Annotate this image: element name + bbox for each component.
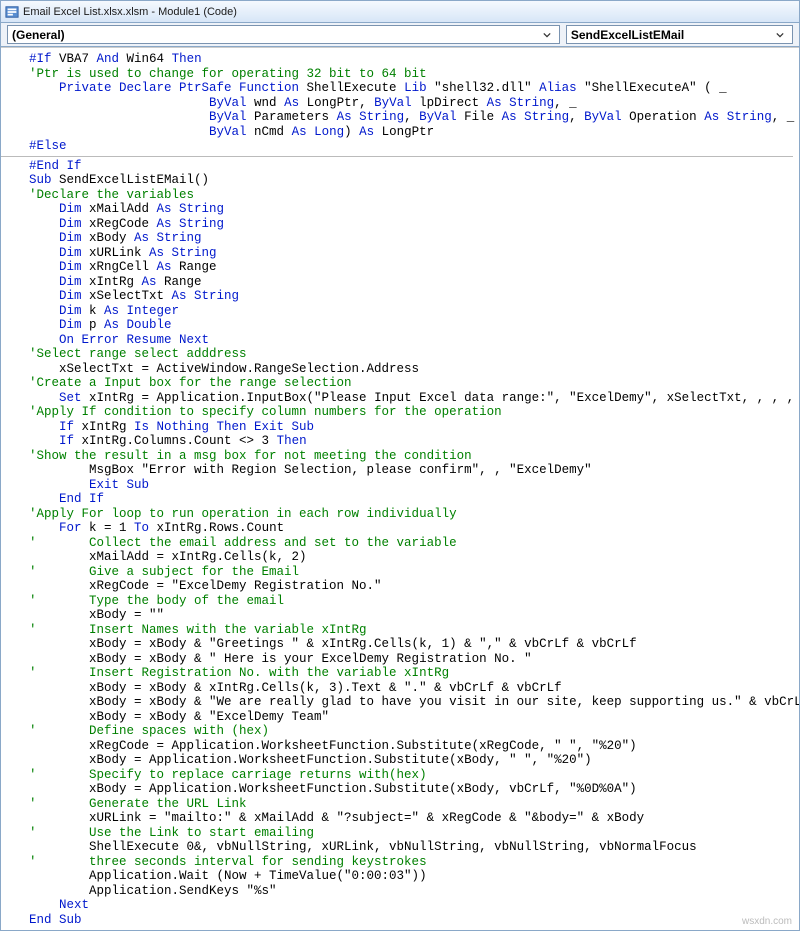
- chevron-down-icon[interactable]: [539, 26, 555, 43]
- object-combobox-label: (General): [12, 28, 539, 42]
- code-editor[interactable]: #If VBA7 And Win64 Then 'Ptr is used to …: [1, 47, 799, 930]
- code-window: Email Excel List.xlsx.xlsm - Module1 (Co…: [0, 0, 800, 931]
- dropdown-row: (General) SendExcelListEMail: [1, 23, 799, 47]
- procedure-combobox-label: SendExcelListEMail: [571, 28, 772, 42]
- chevron-down-icon[interactable]: [772, 26, 788, 43]
- object-combobox[interactable]: (General): [7, 25, 560, 44]
- window-titlebar[interactable]: Email Excel List.xlsx.xlsm - Module1 (Co…: [1, 1, 799, 23]
- procedure-combobox[interactable]: SendExcelListEMail: [566, 25, 793, 44]
- window-title: Email Excel List.xlsx.xlsm - Module1 (Co…: [23, 6, 237, 18]
- app-icon: [5, 5, 19, 19]
- code-content[interactable]: #If VBA7 And Win64 Then 'Ptr is used to …: [1, 48, 799, 930]
- watermark: wsxdn.com: [742, 916, 792, 927]
- section-divider: [1, 156, 793, 157]
